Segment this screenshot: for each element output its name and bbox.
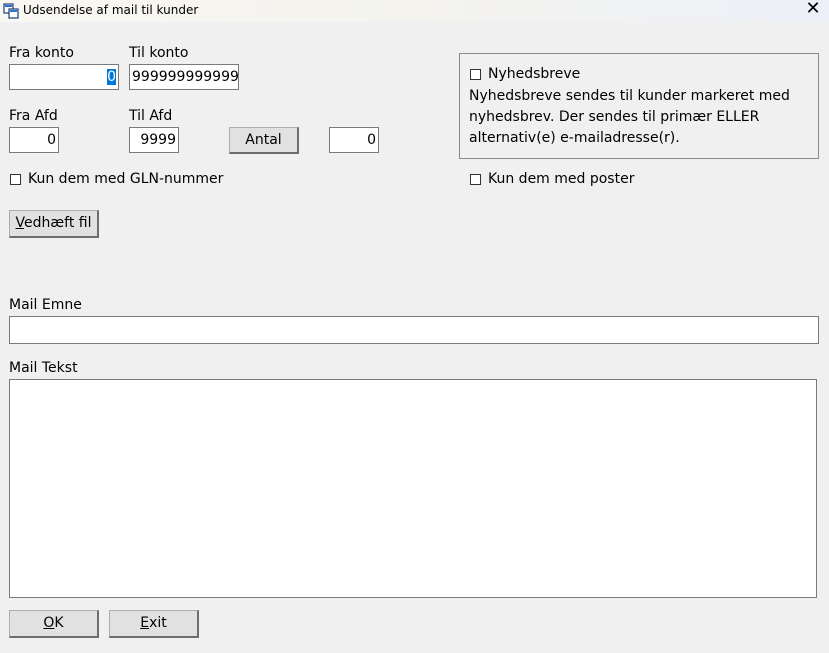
gln-checkbox[interactable]	[10, 174, 21, 185]
attach-file-accel: V	[15, 215, 25, 231]
ok-accel: O	[43, 615, 55, 631]
ok-label: K	[54, 615, 64, 631]
posts-checkbox[interactable]	[470, 174, 481, 185]
to-dept-value: 9999	[140, 132, 176, 148]
mail-subject-label: Mail Emne	[9, 297, 82, 313]
count-button[interactable]: Antal	[229, 127, 299, 154]
count-output: 0	[329, 127, 379, 153]
from-account-label: Fra konto	[9, 45, 74, 61]
attach-file-label: edhæft fil	[24, 215, 92, 231]
to-account-value: 999999999999	[132, 69, 239, 85]
mail-body-label: Mail Tekst	[9, 360, 78, 376]
app-icon	[3, 3, 19, 19]
newsletter-description: Nyhedsbreve sendes til kunder markeret m…	[469, 88, 790, 146]
count-value: 0	[367, 132, 376, 148]
newsletter-checkbox[interactable]	[470, 69, 481, 80]
exit-label: xit	[149, 615, 167, 631]
close-button[interactable]: ✕	[800, 0, 826, 20]
window-title: Udsendelse af mail til kunder	[23, 3, 199, 17]
mail-subject-input[interactable]	[9, 316, 819, 344]
ok-button[interactable]: OK	[9, 610, 99, 638]
to-account-input[interactable]: 999999999999	[129, 64, 239, 90]
exit-accel: E	[140, 615, 150, 631]
to-account-label: Til konto	[129, 45, 189, 61]
attach-file-button[interactable]: Vedhæft fil	[9, 210, 99, 238]
from-account-selection: 0	[107, 69, 116, 85]
posts-label: Kun dem med poster	[488, 171, 635, 187]
from-dept-label: Fra Afd	[9, 108, 58, 124]
count-button-label: Antal	[245, 132, 282, 148]
from-dept-value: 0	[47, 132, 56, 148]
newsletter-label: Nyhedsbreve	[488, 66, 581, 82]
mail-body-textarea[interactable]	[9, 379, 817, 598]
to-dept-label: Til Afd	[129, 108, 173, 124]
title-bar: Udsendelse af mail til kunder ✕	[0, 0, 829, 22]
exit-button[interactable]: Exit	[109, 610, 199, 638]
to-dept-input[interactable]: 9999	[129, 127, 179, 153]
gln-label: Kun dem med GLN-nummer	[28, 171, 224, 187]
from-dept-input[interactable]: 0	[9, 127, 59, 153]
from-account-input[interactable]: 0	[9, 64, 119, 90]
close-icon: ✕	[805, 0, 821, 19]
